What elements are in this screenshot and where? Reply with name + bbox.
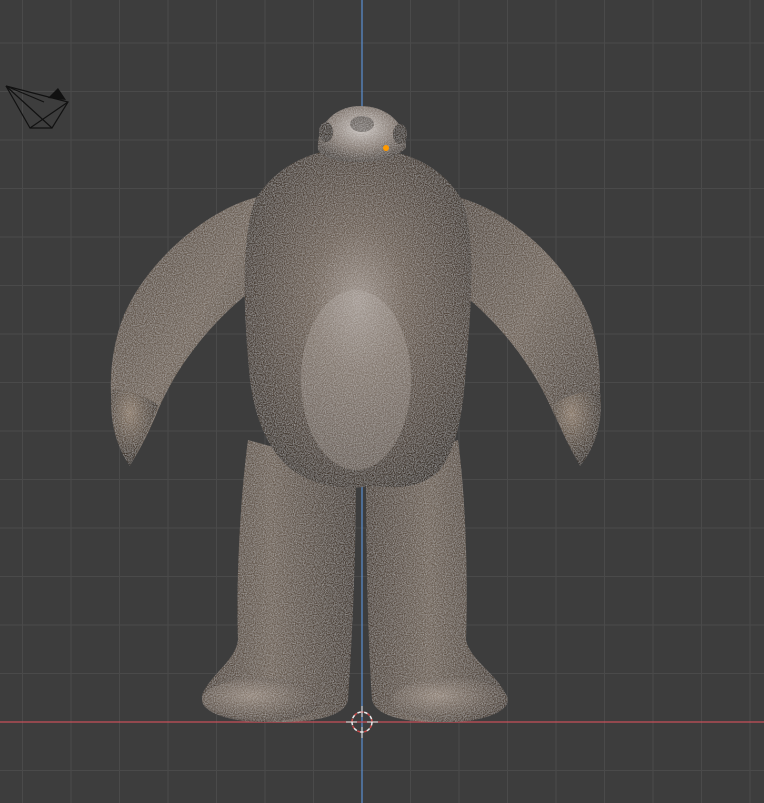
right-foot	[392, 678, 508, 722]
left-foot	[202, 678, 322, 722]
right-ear	[393, 124, 407, 144]
belly-patch	[301, 290, 411, 470]
head-marking	[350, 116, 374, 132]
viewport-canvas[interactable]	[0, 0, 764, 803]
furry-creature-model[interactable]	[110, 106, 601, 722]
origin-point-icon[interactable]	[383, 145, 389, 151]
right-claw	[552, 391, 601, 466]
left-claw	[111, 389, 158, 466]
left-ear	[319, 122, 333, 142]
camera-icon[interactable]	[4, 82, 74, 132]
3d-viewport[interactable]	[0, 0, 764, 803]
